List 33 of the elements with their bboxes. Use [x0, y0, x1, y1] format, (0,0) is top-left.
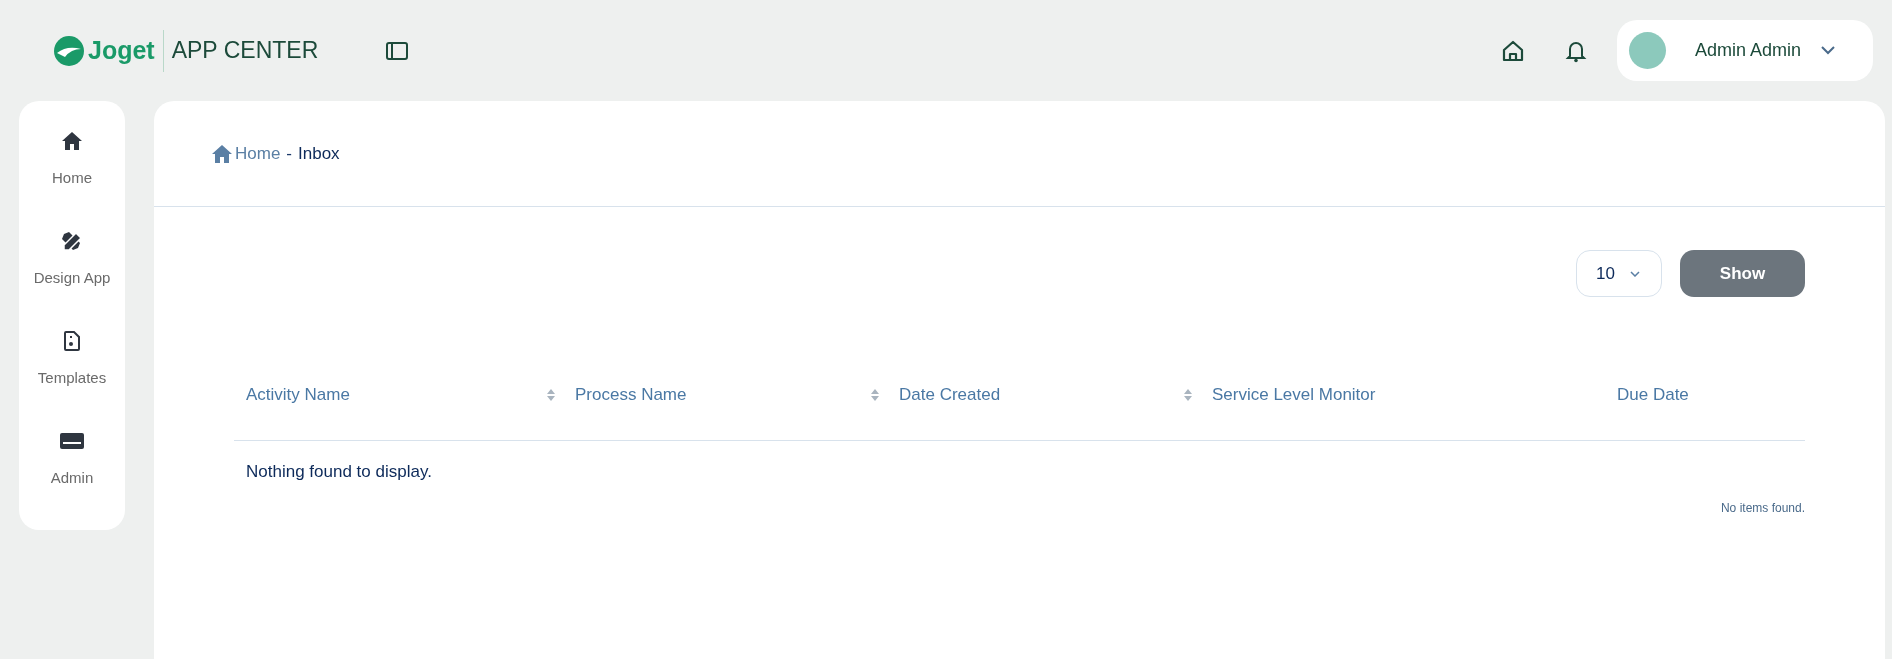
document-icon	[64, 331, 80, 351]
sidebar-item[interactable]: Home	[19, 129, 125, 229]
empty-message: Nothing found to display.	[245, 461, 433, 483]
sort-icon	[547, 388, 555, 401]
sidebar-toggle-icon[interactable]	[386, 41, 409, 60]
sidebar-item[interactable]: Admin	[19, 429, 125, 529]
home-icon[interactable]	[1501, 39, 1525, 62]
sort-icon	[871, 388, 879, 401]
pencil-ruler-icon	[61, 231, 83, 251]
column-header[interactable]: Service Level Monitor	[1200, 381, 1605, 408]
home-icon	[61, 131, 83, 151]
app-title: APP CENTER	[171, 36, 319, 66]
sidebar-item[interactable]: Design App	[19, 229, 125, 329]
column-header[interactable]: Activity Name	[234, 381, 563, 408]
chevron-down-icon	[1629, 270, 1640, 277]
chevron-down-icon	[1821, 46, 1836, 55]
breadcrumb-separator: -	[286, 142, 293, 165]
breadcrumb-current: Inbox	[298, 142, 340, 165]
page-size-select[interactable]: 10	[1576, 250, 1662, 297]
home-icon	[211, 144, 233, 163]
logo-text: Joget	[88, 34, 155, 66]
breadcrumb-link[interactable]: Home	[235, 140, 281, 167]
show-button[interactable]: Show	[1680, 250, 1805, 297]
id-card-icon	[60, 433, 84, 449]
logo-icon	[53, 34, 85, 67]
avatar-icon	[1629, 32, 1666, 69]
column-header[interactable]: Due Date	[1605, 381, 1805, 408]
footer-note: No items found.	[1719, 499, 1805, 517]
sort-icon	[1184, 388, 1192, 401]
user-menu[interactable]: Admin Admin	[1617, 20, 1873, 81]
column-header[interactable]: Date Created	[887, 381, 1200, 408]
sidebar-item[interactable]: Templates	[19, 329, 125, 429]
column-header[interactable]: Process Name	[563, 381, 887, 408]
